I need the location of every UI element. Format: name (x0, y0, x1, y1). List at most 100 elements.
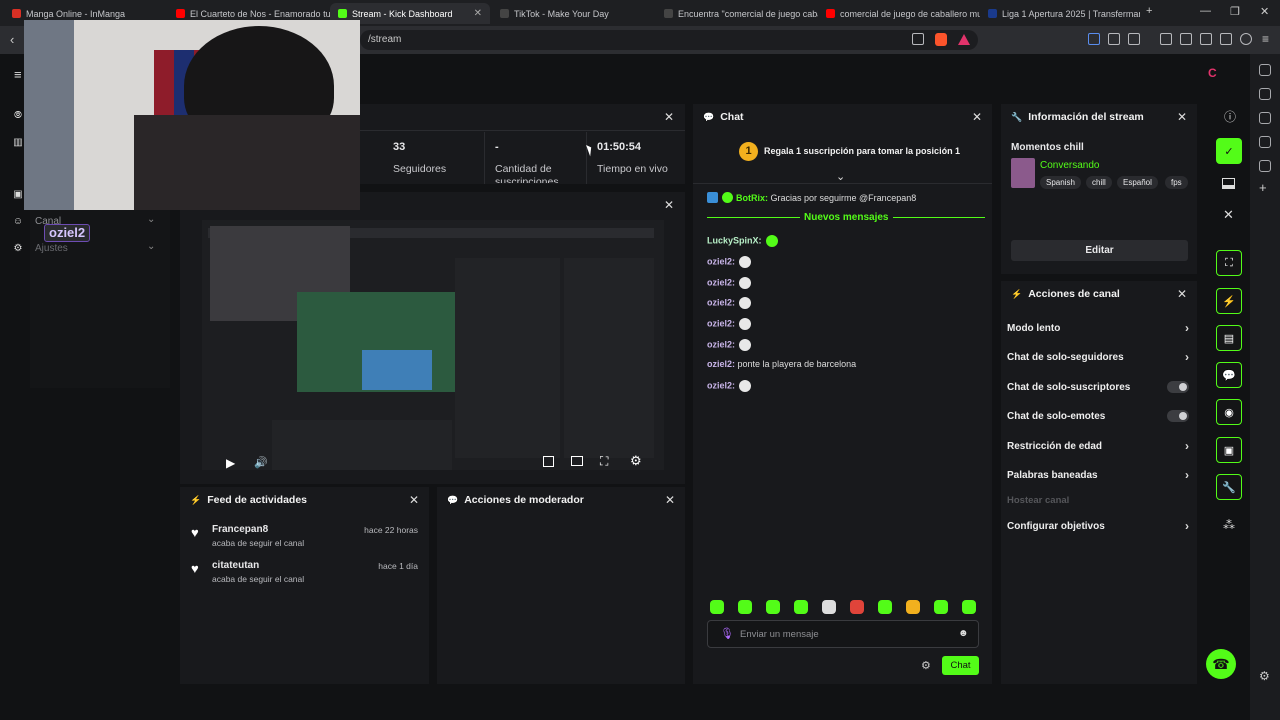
info-icon[interactable]: ⓘ (1224, 108, 1236, 125)
minimize-icon[interactable]: — (1200, 5, 1211, 17)
chat-username[interactable]: oziel2: (707, 277, 735, 287)
chat-username[interactable]: oziel2: (707, 339, 735, 349)
emotes-only-toggle[interactable] (1167, 410, 1189, 422)
community-icon[interactable]: ☺ (12, 216, 24, 228)
chat-username[interactable]: oziel2: (707, 318, 735, 328)
emote-icon[interactable] (738, 600, 752, 614)
sidebar-history-icon[interactable] (1259, 88, 1271, 100)
check-icon[interactable]: ✓ (1216, 138, 1242, 164)
slow-mode-action[interactable]: Modo lento › (1007, 321, 1189, 335)
new-tab-button[interactable]: + (1146, 5, 1152, 17)
emote-icon[interactable] (794, 600, 808, 614)
emoji-icon[interactable]: ☻ (958, 628, 969, 639)
age-restriction-action[interactable]: Restricción de edad › (1007, 439, 1189, 453)
download-icon[interactable] (1220, 33, 1232, 45)
chat-username[interactable]: BotRix: (736, 193, 768, 203)
gear-icon[interactable]: ⚙ (921, 659, 931, 672)
broadcast-panel-toggle-icon[interactable]: ◉ (1216, 399, 1242, 425)
gear-icon[interactable]: ⚙ (630, 453, 642, 469)
stats-panel-toggle-icon[interactable]: ▣ (1216, 437, 1242, 463)
activity-user[interactable]: Francepan8 (212, 524, 268, 535)
close-window-icon[interactable]: ✕ (1260, 5, 1269, 18)
wrench-panel-toggle-icon[interactable]: 🔧 (1216, 474, 1242, 500)
menu-icon[interactable]: ≡ (1262, 32, 1269, 46)
fullscreen-icon[interactable]: ⛶ (600, 454, 608, 469)
chevron-down-icon[interactable]: ⌄ (836, 170, 845, 183)
extensions-panel-icon[interactable]: ⁂ (1223, 518, 1235, 532)
close-icon[interactable]: ✕ (665, 493, 675, 507)
close-icon[interactable]: ✕ (972, 110, 982, 124)
theater-icon[interactable] (571, 456, 583, 466)
gift-sub-promo[interactable]: Regala 1 suscripción para tomar la posic… (764, 146, 960, 156)
sidebar-settings-icon[interactable]: ⚙ (1259, 669, 1270, 683)
banned-words-action[interactable]: Palabras baneadas › (1007, 468, 1189, 482)
settings-icon[interactable]: ⚙ (12, 243, 24, 255)
chat-input[interactable]: 🎙 Enviar un mensaje ☻ (707, 620, 979, 648)
translate-icon[interactable] (1088, 33, 1100, 45)
subscribers-only-toggle[interactable] (1167, 381, 1189, 393)
share-icon[interactable] (912, 33, 924, 45)
emote-icon[interactable] (906, 600, 920, 614)
pip-icon[interactable] (543, 456, 554, 467)
followers-only-action[interactable]: Chat de solo-seguidores › (1007, 350, 1189, 364)
sidebar-reading-list-icon[interactable] (1259, 136, 1271, 148)
stream-panel-toggle-icon[interactable]: ⛶ (1216, 250, 1242, 276)
play-icon[interactable]: ▶ (226, 456, 235, 470)
close-editor-icon[interactable]: ✕ (1223, 207, 1234, 223)
browser-tab[interactable]: Liga 1 Apertura 2025 | Transfermarkt (980, 3, 1140, 24)
extensions-icon[interactable] (1108, 33, 1120, 45)
emote-icon[interactable] (850, 600, 864, 614)
close-icon[interactable]: ✕ (409, 493, 419, 507)
emotes-only-action[interactable]: Chat de solo-emotes (1007, 410, 1189, 422)
moderation-icon[interactable]: ▣ (12, 189, 24, 201)
layout-icon[interactable] (1222, 178, 1235, 189)
close-icon[interactable]: ✕ (664, 110, 674, 124)
send-chat-button[interactable]: Chat (942, 656, 979, 675)
stream-category[interactable]: Conversando (1040, 160, 1099, 171)
subscribers-only-action[interactable]: Chat de solo-suscriptores (1007, 381, 1189, 393)
close-icon[interactable]: ✕ (664, 198, 674, 212)
emote-icon[interactable] (766, 600, 780, 614)
edit-stream-button[interactable]: Editar (1011, 240, 1188, 261)
analytics-icon[interactable]: ▥ (12, 137, 24, 149)
chat-panel-toggle-icon[interactable]: 💬 (1216, 362, 1242, 388)
microphone-icon[interactable]: 🎙 (720, 627, 734, 640)
emote-icon[interactable] (878, 600, 892, 614)
sidebar-toggle-icon[interactable] (1180, 33, 1192, 45)
emote-icon[interactable] (710, 600, 724, 614)
close-icon[interactable]: ✕ (1177, 110, 1187, 124)
sidebar-bookmarks-icon[interactable] (1259, 160, 1271, 172)
goals-action[interactable]: Configurar objetivos › (1007, 519, 1189, 533)
sidebar-add-icon[interactable]: + (1259, 180, 1267, 195)
brave-shield-icon[interactable] (935, 33, 947, 46)
help-support-button[interactable]: ☎ (1206, 649, 1236, 679)
activity-user[interactable]: citateutan (212, 560, 259, 571)
emote-icon[interactable] (962, 600, 976, 614)
activity-panel-toggle-icon[interactable]: ⚡ (1216, 288, 1242, 314)
user-avatar[interactable]: C (1208, 66, 1217, 80)
chevron-down-icon[interactable]: ⌄ (147, 214, 155, 225)
chat-username[interactable]: oziel2: (707, 297, 735, 307)
brave-rewards-icon[interactable] (958, 34, 970, 45)
volume-icon[interactable]: 🔊 (254, 456, 268, 469)
emote-icon[interactable] (934, 600, 948, 614)
chevron-down-icon[interactable]: ⌄ (147, 241, 155, 252)
notes-panel-toggle-icon[interactable]: ▤ (1216, 325, 1242, 351)
back-icon[interactable]: ‹ (10, 32, 14, 47)
close-icon[interactable]: ✕ (1177, 287, 1187, 301)
chat-username[interactable]: oziel2: (707, 256, 735, 266)
browser-tab[interactable]: comercial de juego de caballero mu (818, 3, 980, 24)
screenshot-icon[interactable] (1128, 33, 1140, 45)
chat-username[interactable]: oziel2: (707, 359, 735, 369)
media-icon[interactable] (1160, 33, 1172, 45)
sidebar-wallet-icon[interactable] (1259, 112, 1271, 124)
wallet-icon[interactable] (1200, 33, 1212, 45)
chat-username[interactable]: LuckySpinX: (707, 235, 762, 245)
sidebar-pin-icon[interactable] (1259, 64, 1271, 76)
stream-video[interactable]: ▶ 🔊 ⛶ ⚙ (202, 220, 664, 470)
vpn-icon[interactable] (1240, 33, 1252, 45)
emote-icon[interactable] (822, 600, 836, 614)
stream-icon[interactable]: ⦾ (12, 110, 24, 122)
hamburger-menu-icon[interactable]: ≡ (14, 67, 22, 82)
browser-tab[interactable]: TikTok - Make Your Day (492, 3, 654, 24)
